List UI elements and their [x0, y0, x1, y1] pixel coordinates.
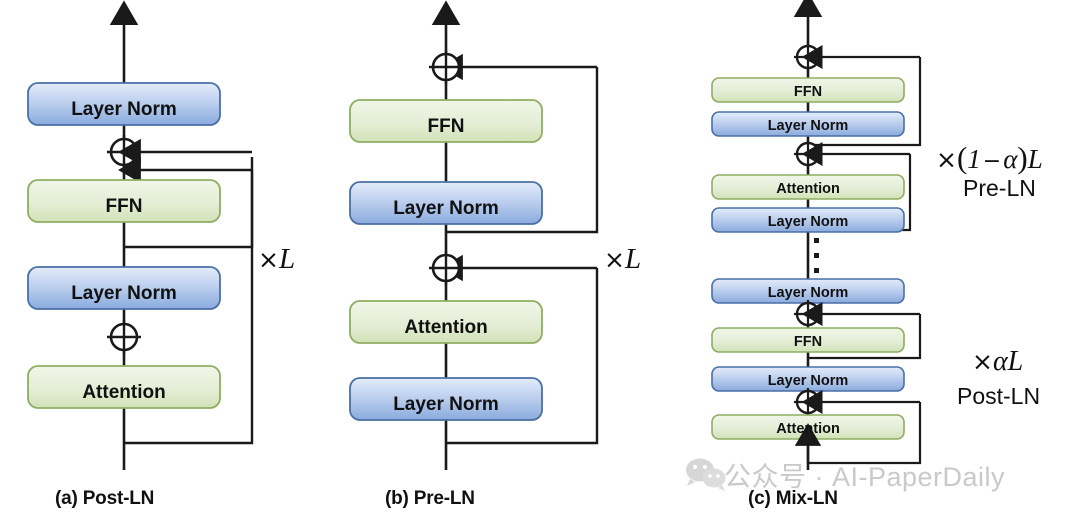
mix-ln-ffn-lower-label: FFN — [794, 334, 822, 350]
mix-ln-adder-ffn-top — [794, 43, 822, 71]
caption-mix-ln: (c) Mix-LN — [748, 488, 838, 509]
panel-pre-ln: Layer Norm Attention Layer Norm FFN — [349, 0, 599, 470]
mix-ln-upper-sub-label: Pre-LN — [963, 175, 1036, 201]
figure-canvas: Attention Layer Norm FFN Layer Norm Laye… — [0, 0, 1080, 518]
mix-ln-adder-attention-lower — [794, 388, 822, 416]
mix-ln-attention-upper-label: Attention — [776, 181, 840, 197]
pre-ln-attention-label: Attention — [404, 317, 487, 338]
caption-post-ln: (a) Post-LN — [55, 488, 155, 509]
post-ln-ffn-label: FFN — [106, 196, 143, 217]
mix-ln-layer-norm-3-label: Layer Norm — [768, 285, 849, 301]
pre-ln-repeat-label: ×L — [604, 243, 642, 275]
mix-ln-layer-norm-4-label: Layer Norm — [768, 373, 849, 389]
pre-ln-adder-attention — [429, 251, 463, 285]
mix-ln-adder-ffn-lower — [794, 300, 822, 328]
wechat-icon — [686, 458, 726, 491]
pre-ln-layer-norm-lower-label: Layer Norm — [393, 394, 499, 415]
mix-ln-layer-norm-2-label: Layer Norm — [768, 214, 849, 230]
mix-ln-attention-lower-label: Attention — [776, 421, 840, 437]
panel-post-ln: Attention Layer Norm FFN Layer Norm — [27, 0, 254, 470]
post-ln-layer-norm-lower-label: Layer Norm — [71, 283, 177, 304]
pre-ln-layer-norm-upper-label: Layer Norm — [393, 198, 499, 219]
pre-ln-ffn-label: FFN — [428, 116, 465, 137]
mix-ln-ffn-top-label: FFN — [794, 84, 822, 100]
post-ln-repeat-label: ×L — [258, 243, 296, 275]
mix-ln-lower-repeat-label: ×αL — [972, 346, 1024, 377]
pre-ln-adder-ffn — [429, 50, 463, 84]
mix-ln-ellipsis — [814, 238, 819, 273]
post-ln-attention-label: Attention — [82, 382, 165, 403]
panel-mix-ln: FFN Layer Norm Attention Layer Norm Laye… — [711, 0, 922, 470]
architecture-diagram: Attention Layer Norm FFN Layer Norm Laye… — [27, 0, 922, 491]
post-ln-layer-norm-upper-label: Layer Norm — [71, 99, 177, 120]
post-ln-adder-attention — [107, 320, 141, 354]
mix-ln-lower-sub-label: Post-LN — [957, 383, 1041, 409]
caption-pre-ln: (b) Pre-LN — [385, 488, 475, 509]
post-ln-adder-ffn — [107, 135, 141, 169]
mix-ln-layer-norm-1-label: Layer Norm — [768, 118, 849, 134]
mix-ln-upper-repeat-label: ×(1−α)L — [936, 140, 1043, 175]
